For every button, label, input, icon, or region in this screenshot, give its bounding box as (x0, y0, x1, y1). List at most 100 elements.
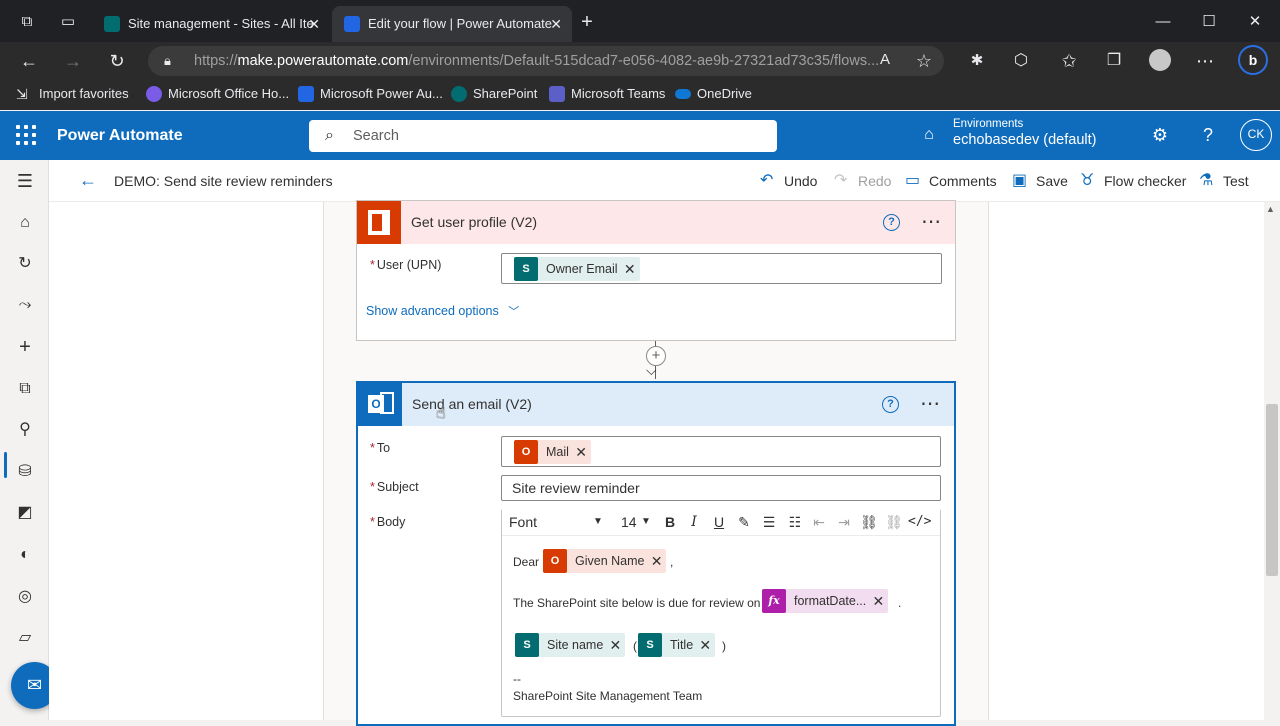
window-close-icon[interactable]: ✕ (1246, 13, 1264, 31)
search-input[interactable]: ⌕ Search (309, 120, 777, 152)
environment-icon[interactable]: ⌂ (917, 123, 941, 147)
hamburger-menu-icon[interactable]: ☰ (14, 170, 36, 192)
increase-indent-icon[interactable]: ⇥ (835, 512, 853, 532)
remove-token-icon[interactable]: ✕ (624, 257, 636, 281)
workspaces-icon[interactable]: ⧉ (18, 13, 36, 31)
italic-icon[interactable]: I (686, 512, 702, 532)
copilot-icon[interactable]: b (1238, 45, 1268, 75)
learn-icon[interactable]: ▱ (14, 627, 36, 649)
token-title[interactable]: S Title ✕ (638, 633, 716, 657)
active-indicator (4, 452, 7, 478)
tab-actions-icon[interactable]: ▭ (59, 13, 77, 31)
help-icon[interactable]: ? (1196, 123, 1220, 147)
token-mail[interactable]: O Mail ✕ (514, 440, 591, 464)
favorites-icon[interactable]: ✩ (1058, 50, 1080, 72)
redo-button[interactable]: ↷ Redo (834, 160, 891, 202)
process-mining-icon[interactable]: ◎ (14, 586, 36, 608)
scroll-up-arrow-icon[interactable]: ▲ (1266, 204, 1275, 214)
ai-hub-icon[interactable]: ◐ (14, 544, 36, 566)
more-options-icon[interactable]: ⋯ (920, 391, 941, 416)
close-icon[interactable]: ✕ (308, 6, 320, 42)
profile-avatar-icon[interactable] (1149, 49, 1171, 71)
unlink-icon[interactable]: ⛓ (885, 512, 903, 532)
connectors-icon[interactable]: ⚲ (14, 419, 36, 441)
templates-icon[interactable]: ⧉ (14, 378, 36, 400)
collections-icon[interactable]: ❐ (1103, 50, 1125, 72)
home-icon[interactable]: ⌂ (14, 212, 36, 234)
tab-edit-flow[interactable]: Edit your flow | Power Automate ✕ (332, 6, 572, 42)
minimize-icon[interactable]: — (1154, 13, 1172, 31)
remove-token-icon[interactable]: ✕ (610, 633, 622, 657)
remove-token-icon[interactable]: ✕ (873, 589, 885, 613)
read-aloud-icon[interactable]: A (874, 49, 896, 71)
card-header[interactable]: Get user profile (V2) ? ⋯ (357, 201, 955, 244)
token-format-date[interactable]: fx formatDate... ✕ (762, 589, 889, 613)
remove-token-icon[interactable]: ✕ (575, 440, 587, 464)
subject-field[interactable]: Site review reminder (501, 475, 941, 501)
save-button[interactable]: ▣ Save (1012, 160, 1068, 202)
create-icon[interactable]: + (14, 336, 36, 358)
settings-gear-icon[interactable]: ⚙ (1148, 123, 1172, 147)
to-field[interactable]: O Mail ✕ (501, 436, 941, 467)
back-icon[interactable]: ← (18, 50, 40, 72)
font-family-dropdown[interactable]: Font ▼ (509, 512, 607, 532)
redo-icon: ↷ (834, 172, 848, 189)
bookmark-sharepoint[interactable]: SharePoint (451, 78, 537, 110)
to-label: * To (370, 441, 391, 455)
close-icon[interactable]: ✕ (550, 6, 562, 42)
token-given-name[interactable]: O Given Name ✕ (543, 549, 667, 573)
bookmark-office[interactable]: Microsoft Office Ho... (146, 78, 289, 110)
comments-button[interactable]: ▭ Comments (905, 160, 997, 202)
remove-token-icon[interactable]: ✕ (699, 633, 711, 657)
underline-icon[interactable]: U (711, 512, 727, 532)
environment-name[interactable]: echobasedev (default) (953, 132, 1097, 148)
token-owner-email[interactable]: S Owner Email ✕ (514, 257, 640, 281)
my-flows-icon[interactable]: ⤳ (14, 294, 36, 316)
app-brand[interactable]: Power Automate (57, 111, 183, 160)
bulleted-list-icon[interactable]: ☰ (760, 512, 778, 532)
body-text-line2: The SharePoint site below is due for rev… (513, 596, 761, 610)
favorite-star-icon[interactable]: ☆ (913, 50, 935, 72)
refresh-icon[interactable]: ↻ (106, 50, 128, 72)
more-options-icon[interactable]: ⋯ (921, 209, 942, 234)
show-advanced-options-link[interactable]: Show advanced options ﹀ (366, 303, 519, 319)
link-icon[interactable]: ⛓ (860, 512, 878, 532)
help-icon[interactable]: ? (882, 396, 899, 413)
test-button[interactable]: ⚗ Test (1199, 160, 1249, 202)
app-launcher-icon[interactable] (16, 125, 36, 145)
decrease-indent-icon[interactable]: ⇤ (810, 512, 828, 532)
forward-icon[interactable]: → (62, 50, 84, 72)
bold-icon[interactable]: B (662, 512, 678, 532)
font-size-dropdown[interactable]: 14 ▼ (621, 512, 655, 532)
extension-icon[interactable]: ✱ (966, 50, 988, 72)
token-site-name[interactable]: S Site name ✕ (515, 633, 626, 657)
bookmark-import-favorites[interactable]: ⇲ Import favorites (16, 78, 129, 110)
user-upn-field[interactable]: S Owner Email ✕ (501, 253, 942, 284)
undo-button[interactable]: ↶ Undo (760, 160, 817, 202)
user-avatar[interactable]: CK (1240, 119, 1272, 151)
bookmark-teams[interactable]: Microsoft Teams (549, 78, 665, 110)
action-items-icon[interactable]: ↻ (14, 253, 36, 275)
remove-token-icon[interactable]: ✕ (651, 549, 663, 573)
tab-site-management[interactable]: Site management - Sites - All Ite ✕ (92, 6, 330, 42)
code-view-icon[interactable]: </> (908, 512, 931, 532)
maximize-icon[interactable]: ☐ (1200, 13, 1218, 31)
body-editor[interactable] (501, 509, 941, 717)
flow-checker-button[interactable]: ♉ Flow checker (1080, 160, 1186, 202)
bookmark-power-automate[interactable]: Microsoft Power Au... (298, 78, 443, 110)
settings-more-icon[interactable]: ⋯ (1194, 50, 1216, 72)
back-arrow-icon[interactable]: ← (79, 170, 97, 191)
bookmark-onedrive[interactable]: OneDrive (675, 78, 752, 110)
help-icon[interactable]: ? (883, 214, 900, 231)
new-tab-icon[interactable]: + (578, 12, 596, 32)
font-size-value: 14 (621, 514, 637, 530)
extensions-puzzle-icon[interactable]: ⬡ (1010, 50, 1032, 72)
highlight-pen-icon[interactable]: ✎ (736, 512, 752, 532)
card-header[interactable]: O Send an email (V2) ? ⋯ (358, 383, 954, 426)
numbered-list-icon[interactable]: ☷ (786, 512, 804, 532)
monitor-icon[interactable]: ◩ (14, 502, 36, 524)
bookmarks-bar: ⇲ Import favorites Microsoft Office Ho..… (0, 78, 1280, 110)
scrollbar-thumb[interactable] (1266, 404, 1278, 576)
url-field[interactable]: 🔒︎ https://make.powerautomate.com/enviro… (148, 46, 944, 76)
data-icon[interactable]: ⛁ (14, 461, 36, 483)
